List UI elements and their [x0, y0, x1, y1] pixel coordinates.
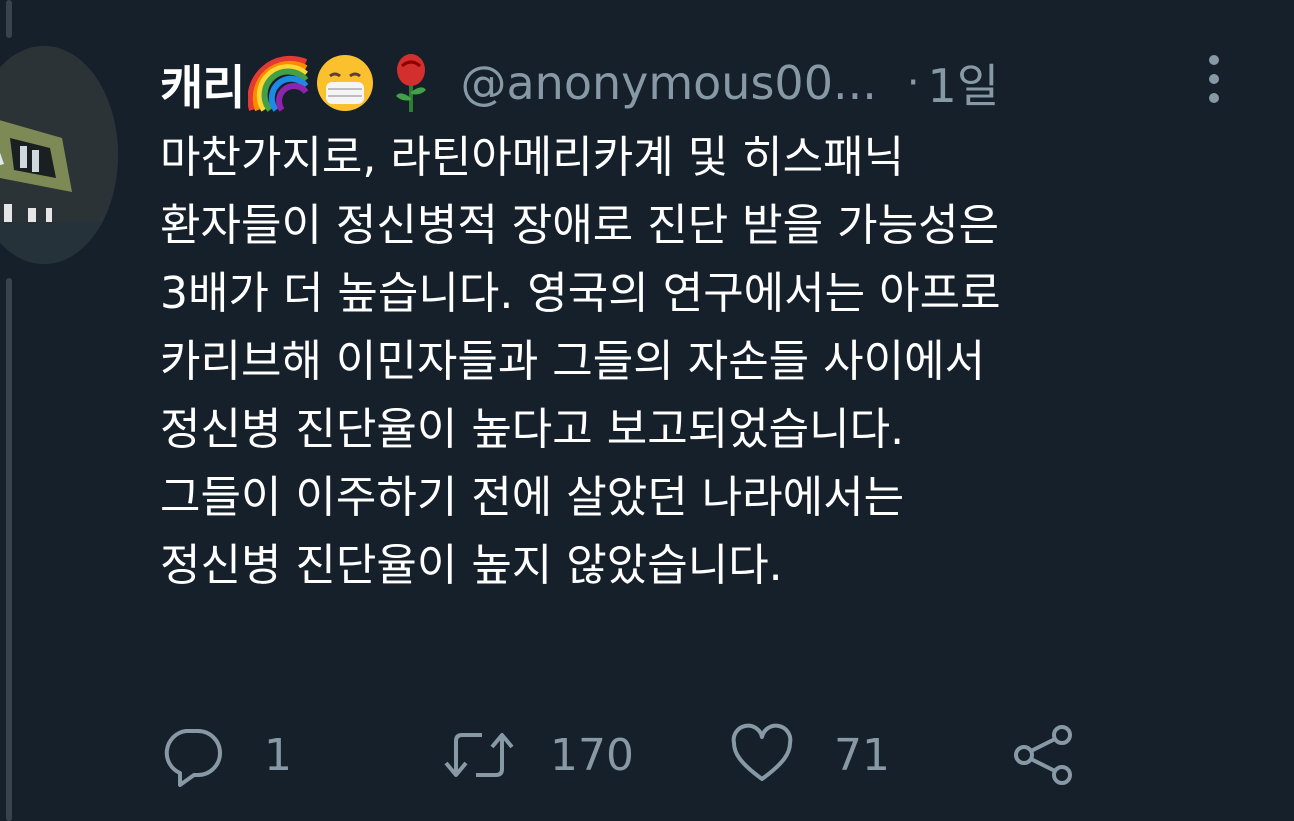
rainbow-emoji: [248, 52, 310, 114]
retweet-count: 170: [550, 729, 634, 781]
tweet-text-line: 카리브해 이민자들과 그들의 자손들 사이에서: [160, 336, 986, 387]
like-count: 71: [834, 729, 890, 781]
thread-line-top: [6, 0, 12, 38]
heart-icon: [731, 723, 793, 781]
retweet-icon: [444, 733, 514, 777]
avatar[interactable]: [0, 46, 118, 264]
tweet-text-line: 환자들이 정신병적 장애로 진단 받을 가능성은: [160, 200, 1000, 251]
display-name[interactable]: 캐리: [160, 49, 245, 118]
avatar-image: [0, 46, 118, 264]
tweet-text-line: 3배가 더 높습니다. 영국의 연구에서는 아프로: [160, 268, 1001, 319]
tweet-text-line: 정신병 진단율이 높다고 보고되었습니다.: [160, 404, 905, 455]
mask-face-emoji: [314, 52, 376, 114]
tweet-card[interactable]: 캐리 @anonymous00... · 1일 마찬가지로, 라틴아메리카계 및…: [0, 0, 1294, 821]
retweet-button[interactable]: 170: [442, 720, 634, 790]
timestamp[interactable]: 1일: [928, 50, 1000, 116]
share-button[interactable]: [1012, 720, 1076, 790]
user-handle[interactable]: @anonymous00...: [460, 56, 876, 110]
tweet-text-line: 그들이 이주하기 전에 살았던 나라에서는: [160, 472, 905, 523]
share-icon: [1014, 725, 1072, 785]
reply-button[interactable]: 1: [160, 720, 292, 790]
tweet-text-line: 정신병 진단율이 높지 않았습니다.: [160, 540, 783, 591]
tweet-header: 캐리 @anonymous00... · 1일: [160, 50, 1234, 116]
thread-line-bottom: [6, 278, 12, 821]
separator-dot: ·: [906, 60, 920, 106]
reply-count: 1: [264, 729, 292, 781]
rose-emoji: [380, 52, 442, 114]
reply-icon: [164, 729, 222, 787]
like-button[interactable]: 71: [730, 720, 890, 790]
tweet-body: 마찬가지로, 라틴아메리카계 및 히스패닉 환자들이 정신병적 장애로 진단 받…: [160, 124, 1270, 600]
tweet-actions: 1 170 71: [160, 720, 1160, 790]
tweet-text-line: 마찬가지로, 라틴아메리카계 및 히스패닉: [160, 132, 905, 183]
more-vertical-icon[interactable]: [1200, 52, 1228, 106]
